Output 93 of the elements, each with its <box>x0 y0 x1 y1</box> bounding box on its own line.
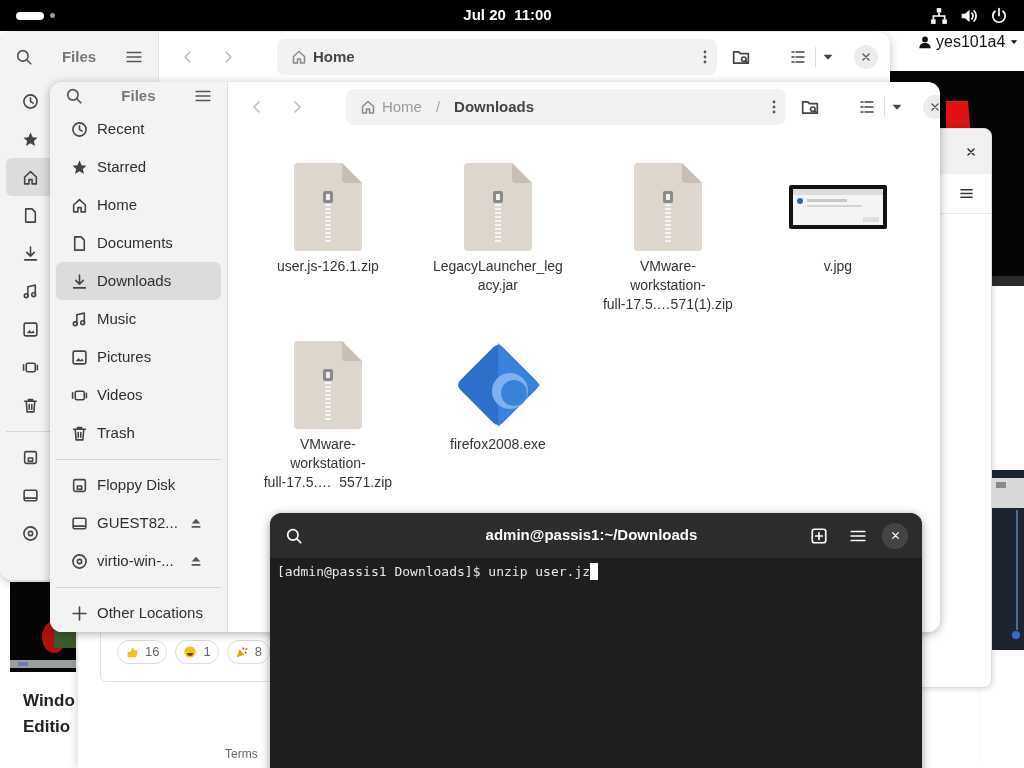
sidebar-item[interactable]: Trash <box>56 414 221 452</box>
file-name[interactable]: user.js-126.1.zip <box>276 257 379 276</box>
sidebar-item[interactable]: Videos <box>56 376 221 414</box>
folder-search-button[interactable] <box>731 48 751 66</box>
sidebar-item[interactable]: GUEST82... <box>56 504 221 542</box>
path-separator: / <box>435 96 441 117</box>
network-icon <box>930 6 948 25</box>
sidebar-item[interactable]: Pictures <box>56 338 221 376</box>
sidebar-item[interactable]: Downloads <box>56 262 221 300</box>
more-icon <box>703 50 707 64</box>
sidebar-item[interactable]: Documents <box>56 224 221 262</box>
sidebar-item[interactable]: Floppy Disk <box>56 466 221 504</box>
folder-search-icon <box>732 48 750 66</box>
document-icon <box>71 234 88 252</box>
music-icon <box>22 282 39 300</box>
text-cursor <box>590 563 599 581</box>
terms-link[interactable]: Terms <box>225 745 258 763</box>
music-icon <box>71 310 88 328</box>
clock-icon <box>71 120 88 138</box>
image-icon <box>71 348 88 366</box>
thumbs-up-icon <box>125 645 139 659</box>
search-button[interactable] <box>284 526 304 545</box>
article-title[interactable]: Windo <box>23 688 75 714</box>
search-icon <box>65 87 83 105</box>
drive-icon <box>22 486 39 504</box>
zip-file-icon <box>293 340 362 429</box>
path-bar[interactable]: Home / Downloads <box>345 89 786 125</box>
disc-icon <box>22 524 39 542</box>
star-icon <box>71 158 88 176</box>
sidebar-item[interactable] <box>6 158 50 196</box>
window-title: Files <box>121 85 156 106</box>
sidebar-item[interactable]: Starred <box>56 148 221 186</box>
sidebar-item[interactable]: Music <box>56 300 221 338</box>
search-icon <box>15 48 33 66</box>
list-view-icon <box>858 99 875 115</box>
user-icon <box>918 35 932 49</box>
reaction-chip[interactable]: 16 <box>117 640 168 664</box>
sidebar-item[interactable]: Home <box>56 186 221 224</box>
reaction-chip[interactable]: 1 <box>175 640 219 664</box>
path-segment[interactable]: Downloads <box>454 95 535 119</box>
download-icon <box>22 244 39 262</box>
clock-icon <box>22 92 39 110</box>
sidebar-item[interactable]: virtio-win-... <box>56 542 221 580</box>
home-icon <box>22 168 39 186</box>
clock[interactable]: Jul 20 11:00 <box>463 4 552 27</box>
trash-icon <box>71 424 88 442</box>
home-icon <box>359 99 376 115</box>
disc-icon <box>71 552 88 570</box>
image-icon <box>22 320 39 338</box>
zip-file-icon <box>463 162 532 251</box>
file-name[interactable]: firefox2008.exe <box>450 435 546 454</box>
new-tab-button[interactable] <box>809 526 829 545</box>
user-name[interactable]: yes101a4 <box>936 30 1006 54</box>
power-icon <box>990 6 1008 25</box>
grinning-face-icon <box>183 645 198 659</box>
drive-icon <box>71 514 88 532</box>
search-button[interactable] <box>64 87 84 105</box>
close-button[interactable] <box>882 522 908 549</box>
sidebar-item[interactable]: Recent <box>56 110 221 148</box>
zip-file-icon <box>633 162 702 251</box>
file-name[interactable]: VMware- workstation- full-17.5.… 5571.zip <box>263 435 393 492</box>
terminal-command-line[interactable]: [admin@passis1 Downloads]$ unzip user.jz <box>277 562 591 582</box>
reaction-chip[interactable]: 8 <box>226 640 270 664</box>
sidebar-item[interactable]: Other Locations <box>56 594 221 632</box>
close-icon <box>859 50 873 64</box>
home-icon <box>291 49 307 65</box>
workspace-indicator[interactable] <box>16 11 55 20</box>
window-title: admin@passis1:~/Downloads <box>485 525 698 546</box>
zip-file-icon <box>293 162 362 251</box>
path-bar[interactable]: Home <box>277 39 717 75</box>
list-view-button[interactable] <box>789 49 807 65</box>
file-name[interactable]: VMware- workstation- full-17.5.…571(1).zip <box>602 257 733 314</box>
download-icon <box>71 272 88 290</box>
more-icon <box>771 100 776 114</box>
file-name[interactable]: LegacyLauncher_leg acy.jar <box>432 257 563 295</box>
window-title: Files <box>61 46 97 67</box>
list-view-button[interactable] <box>857 99 876 115</box>
article-title[interactable]: Editio <box>23 714 75 740</box>
new-tab-icon <box>810 526 828 545</box>
home-icon <box>71 196 88 214</box>
search-icon <box>285 526 303 545</box>
plus-icon <box>71 604 88 622</box>
active-workspace-icon <box>16 11 44 20</box>
path-segment[interactable]: Home <box>313 45 355 69</box>
star-icon <box>22 130 39 148</box>
folder-search-button[interactable] <box>799 98 820 116</box>
folder-search-icon <box>800 98 819 116</box>
party-popper-icon <box>234 645 249 659</box>
document-icon <box>22 206 39 224</box>
file-name[interactable]: v.jpg <box>823 257 853 276</box>
trash-icon <box>22 396 39 414</box>
search-button[interactable] <box>14 48 34 66</box>
list-view-icon <box>790 49 806 65</box>
